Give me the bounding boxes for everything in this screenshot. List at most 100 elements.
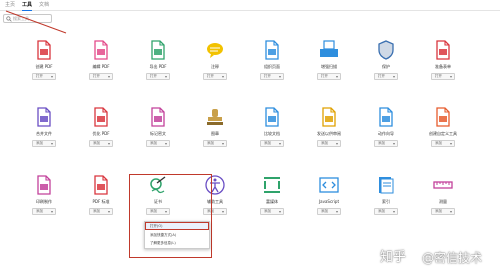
- tool-action-dropdown[interactable]: 添加: [32, 208, 56, 215]
- tool-action-dropdown[interactable]: 打开: [146, 73, 170, 80]
- tool-label: 合并文件: [36, 131, 52, 136]
- tool-label: 增强扫描: [321, 64, 337, 69]
- tool-context-menu: 打开(O) 添加快捷方式(A) 了解更多信息(L): [144, 221, 210, 249]
- tool-action-dropdown[interactable]: 打开: [317, 73, 341, 80]
- tool-label: 测量: [439, 199, 447, 204]
- javascript-icon: [319, 177, 339, 193]
- tool-action-label: 添加: [321, 209, 328, 213]
- tool-print-production[interactable]: 印刷制作 添加: [16, 175, 72, 235]
- tool-label: 导出 PDF: [149, 64, 167, 69]
- chevron-down-icon: [108, 76, 110, 78]
- tool-action-dropdown[interactable]: 添加: [203, 140, 227, 147]
- tool-rich-media[interactable]: 富媒体 添加: [244, 175, 300, 235]
- custom-tool-icon: [436, 107, 450, 127]
- tool-label: PDF 标准: [92, 199, 110, 204]
- tool-action-dropdown[interactable]: 添加: [146, 140, 170, 147]
- tab-home[interactable]: 主页: [5, 1, 15, 9]
- tool-label: 准备表单: [435, 64, 451, 69]
- tool-action-dropdown[interactable]: 添加: [317, 208, 341, 215]
- tool-action-dropdown[interactable]: 添加: [203, 208, 227, 215]
- tool-combine-files[interactable]: 合并文件 添加: [16, 107, 72, 167]
- tool-protect[interactable]: 保护 打开: [358, 40, 414, 100]
- top-navigation: 主页 工具 文档: [0, 0, 500, 11]
- tool-action-label: 打开: [321, 74, 328, 78]
- tool-action-label: 添加: [207, 209, 214, 213]
- tool-action-dropdown[interactable]: 添加: [89, 208, 113, 215]
- tool-action-dropdown[interactable]: 添加: [146, 208, 170, 215]
- send-review-icon: [322, 107, 336, 127]
- chevron-down-icon: [279, 211, 281, 213]
- tool-action-dropdown[interactable]: 添加: [32, 140, 56, 147]
- tool-scan[interactable]: 增强扫描 打开: [301, 40, 357, 100]
- chevron-down-icon: [279, 76, 281, 78]
- tool-action-label: 打开: [378, 74, 385, 78]
- tool-label: 创建自定义工具: [429, 131, 457, 136]
- tool-action-dropdown[interactable]: 打开: [374, 73, 398, 80]
- tool-label: 创建 PDF: [35, 64, 53, 69]
- tool-label: 富媒体: [266, 199, 278, 204]
- tool-action-label: 打开: [150, 74, 157, 78]
- tab-documents[interactable]: 文档: [39, 1, 49, 9]
- tool-label: JavaScript: [318, 199, 340, 204]
- tab-tools[interactable]: 工具: [22, 1, 33, 11]
- tool-comment[interactable]: 注释 打开: [187, 40, 243, 100]
- tool-action-dropdown[interactable]: 添加: [374, 208, 398, 215]
- tool-redact[interactable]: 标记密文 添加: [130, 107, 186, 167]
- tool-action-label: 打开: [36, 74, 43, 78]
- tool-export-pdf[interactable]: 导出 PDF 打开: [130, 40, 186, 100]
- export-pdf-icon: [151, 40, 165, 60]
- tool-action-dropdown[interactable]: 添加: [431, 140, 455, 147]
- tool-send-review[interactable]: 发送以供审阅 添加: [301, 107, 357, 167]
- tool-action-dropdown[interactable]: 打开: [203, 73, 227, 80]
- tool-action-dropdown[interactable]: 打开: [89, 73, 113, 80]
- tool-compare[interactable]: 比较文档 添加: [244, 107, 300, 167]
- tool-create-pdf[interactable]: 创建 PDF 打开: [16, 40, 72, 100]
- tool-action-dropdown[interactable]: 打开: [32, 73, 56, 80]
- tool-action-dropdown[interactable]: 添加: [260, 140, 284, 147]
- redact-icon: [151, 107, 165, 127]
- tool-measure[interactable]: 测量 添加: [415, 175, 471, 235]
- tool-action-dropdown[interactable]: 打开: [260, 73, 284, 80]
- tool-edit-pdf[interactable]: 编辑 PDF 打开: [73, 40, 129, 100]
- tool-label: 组织页面: [264, 64, 280, 69]
- accessibility-icon: [205, 175, 225, 195]
- index-icon: [379, 177, 394, 194]
- tool-organize-pages[interactable]: 组织页面 打开: [244, 40, 300, 100]
- chevron-down-icon: [279, 143, 281, 145]
- menu-item-add-shortcut[interactable]: 添加快捷方式(A): [145, 232, 209, 239]
- comment-icon: [207, 43, 223, 58]
- tool-action-dropdown[interactable]: 添加: [260, 208, 284, 215]
- tool-javascript[interactable]: JavaScript 添加: [301, 175, 357, 235]
- tool-action-label: 添加: [321, 141, 328, 145]
- tool-label: 辅助工具: [207, 199, 223, 204]
- tool-optimize-pdf[interactable]: 优化 PDF 添加: [73, 107, 129, 167]
- tool-prepare-form[interactable]: 准备表单 打开: [415, 40, 471, 100]
- chevron-down-icon: [222, 143, 224, 145]
- chevron-down-icon: [108, 143, 110, 145]
- tool-action-dropdown[interactable]: 打开: [431, 73, 455, 80]
- tool-custom-tool[interactable]: 创建自定义工具 添加: [415, 107, 471, 167]
- search-input[interactable]: 搜索工具: [3, 14, 52, 23]
- tool-index[interactable]: 索引 添加: [358, 175, 414, 235]
- tool-action-dropdown[interactable]: 添加: [89, 140, 113, 147]
- tool-action-label: 添加: [264, 141, 271, 145]
- prepare-form-icon: [436, 40, 450, 60]
- tool-action-dropdown[interactable]: 添加: [374, 140, 398, 147]
- chevron-down-icon: [336, 143, 338, 145]
- stamp-icon: [207, 109, 223, 125]
- chevron-down-icon: [336, 211, 338, 213]
- tool-action-wizard[interactable]: 动作向导 添加: [358, 107, 414, 167]
- chevron-down-icon: [108, 211, 110, 213]
- chevron-down-icon: [165, 76, 167, 78]
- tool-stamp[interactable]: 图章 添加: [187, 107, 243, 167]
- menu-item-open[interactable]: 打开(O): [145, 223, 209, 230]
- tool-action-dropdown[interactable]: 添加: [317, 140, 341, 147]
- menu-item-learn-more[interactable]: 了解更多信息(L): [145, 240, 209, 247]
- scan-icon: [320, 40, 338, 57]
- pdf-standards-icon: [94, 175, 108, 195]
- tool-pdf-standards[interactable]: PDF 标准 添加: [73, 175, 129, 235]
- tool-label: 图章: [211, 131, 219, 136]
- tool-label: 注释: [211, 64, 219, 69]
- chevron-down-icon: [450, 76, 452, 78]
- tool-action-dropdown[interactable]: 添加: [431, 208, 455, 215]
